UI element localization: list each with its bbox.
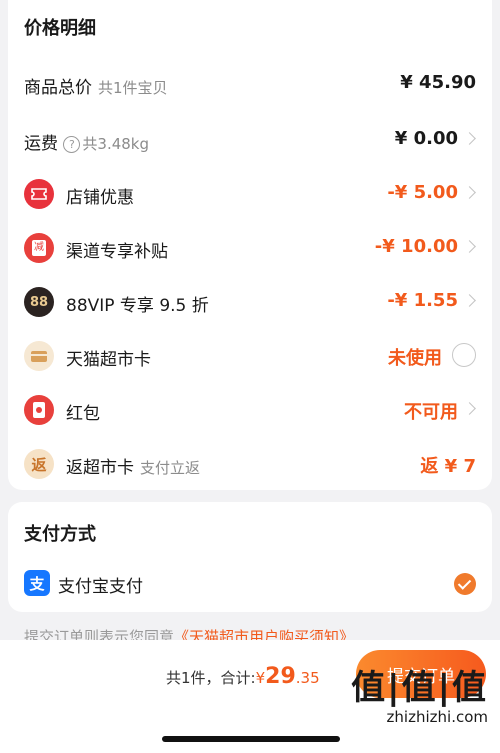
chevron-right-icon [463, 402, 476, 415]
shipping-weight: 共3.48kg [82, 135, 150, 153]
chevron-right-icon [463, 186, 476, 199]
question-icon[interactable]: ? [63, 136, 81, 153]
alipay-option[interactable]: 支 支付宝支付 [8, 566, 492, 606]
cashback-label: 返超市卡 [66, 458, 134, 478]
alipay-icon: 支 [24, 570, 50, 596]
shop-discount-label: 店铺优惠 [66, 188, 134, 208]
order-total: 共1件，合计:¥29.35 [166, 664, 320, 689]
shop-discount-row[interactable]: 店铺优惠 -¥ 5.00 [8, 174, 492, 214]
cashback-sub: 支付立返 [140, 459, 201, 477]
goods-count: 共1件宝贝 [98, 79, 168, 97]
goods-total-label: 商品总价 [24, 78, 92, 98]
chevron-right-icon [463, 240, 476, 253]
vip-discount-row[interactable]: 88 88VIP 专享 9.5 折 -¥ 1.55 [8, 282, 492, 322]
shop-coupon-icon [24, 179, 54, 209]
shipping-label: 运费 [24, 134, 58, 154]
home-indicator[interactable] [162, 736, 340, 742]
subsidy-icon: 减 [24, 233, 54, 263]
watermark-logo: 值|值|值 zhizhizhi.com [351, 668, 488, 726]
shipping-value: ¥ 0.00 [394, 128, 458, 149]
goods-total-value: ¥ 45.90 [400, 72, 476, 93]
88vip-icon: 88 [24, 287, 54, 317]
chevron-right-icon [463, 294, 476, 307]
red-packet-value: 不可用 [404, 402, 458, 423]
supermarket-card-value: 未使用 [388, 348, 442, 369]
chevron-right-icon [463, 132, 476, 145]
channel-subsidy-row[interactable]: 减 渠道专享补贴 -¥ 10.00 [8, 228, 492, 268]
total-label: 合计: [220, 669, 256, 687]
vip-discount-label: 88VIP 专享 9.5 折 [66, 296, 209, 316]
shipping-row[interactable]: 运费 ? 共3.48kg ¥ 0.00 [8, 120, 492, 160]
channel-subsidy-value: -¥ 10.00 [374, 236, 458, 257]
item-count: 共1件， [166, 669, 221, 687]
supermarket-card-row[interactable]: 天猫超市卡 未使用 [8, 336, 492, 376]
supermarket-card-radio[interactable] [452, 343, 476, 367]
cashback-value: 返 ¥ 7 [420, 456, 476, 477]
goods-total-row: 商品总价 共1件宝贝 ¥ 45.90 [8, 64, 492, 104]
red-packet-label: 红包 [66, 404, 100, 424]
red-packet-row[interactable]: 红包 不可用 [8, 390, 492, 430]
vip-discount-value: -¥ 1.55 [387, 290, 458, 311]
supermarket-card-label: 天猫超市卡 [66, 350, 151, 370]
cashback-icon: 返 [24, 449, 54, 479]
cashback-row: 返 返超市卡 支付立返 返 ¥ 7 [8, 444, 492, 484]
shop-discount-value: -¥ 5.00 [387, 182, 458, 203]
total-amount: 29 [265, 664, 296, 689]
price-detail-card: 价格明细 商品总价 共1件宝贝 ¥ 45.90 运费 ? 共3.48kg ¥ 0.0… [8, 0, 492, 490]
payment-method-title: 支付方式 [24, 524, 96, 545]
supermarket-card-icon [24, 341, 54, 371]
channel-subsidy-label: 渠道专享补贴 [66, 242, 168, 262]
alipay-label: 支付宝支付 [58, 577, 143, 597]
payment-method-card: 支付方式 支 支付宝支付 [8, 502, 492, 612]
check-icon[interactable] [454, 573, 476, 595]
price-detail-title: 价格明细 [24, 18, 96, 39]
red-packet-icon [24, 395, 54, 425]
